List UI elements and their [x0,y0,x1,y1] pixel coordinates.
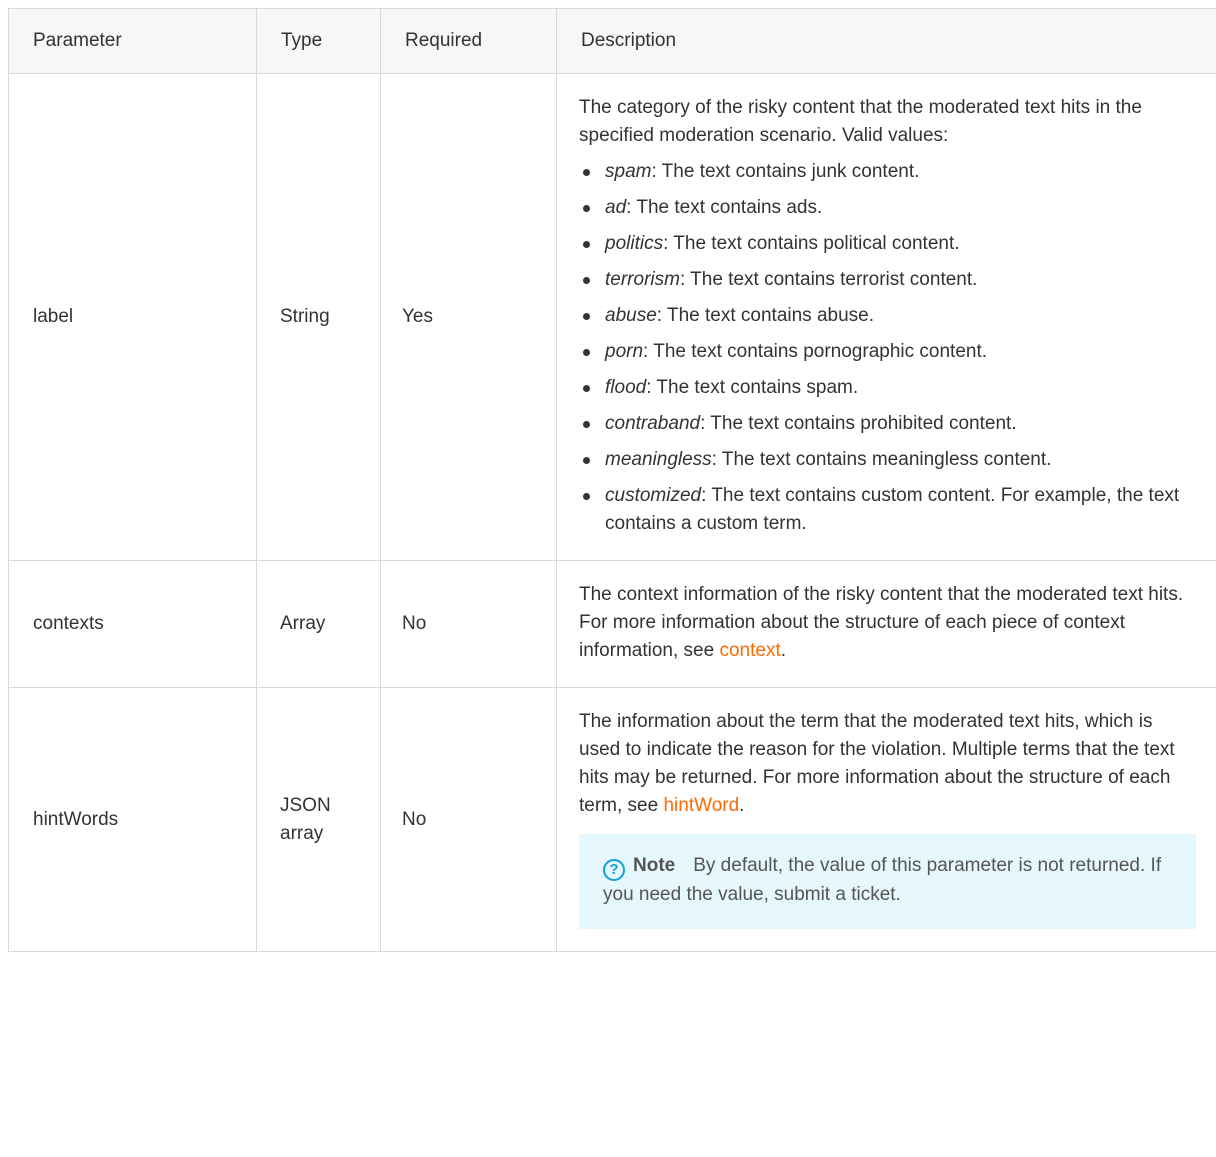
value-name: customized [605,485,702,506]
param-required: No [380,560,557,688]
list-item: customized: The text contains custom con… [579,482,1196,538]
value-text: : The text contains meaningless content. [711,449,1052,470]
table-row-label: label String Yes The category of the ris… [8,73,1216,561]
list-item: porn: The text contains pornographic con… [579,338,1196,366]
value-text: : The text contains junk content. [651,161,920,182]
param-description: The information about the term that the … [556,687,1216,952]
value-name: meaningless [605,449,712,470]
bullet-icon [583,493,590,500]
bullet-icon [583,421,590,428]
list-item: ad: The text contains ads. [579,194,1196,222]
bullet-icon [583,169,590,176]
list-item: politics: The text contains political co… [579,230,1196,258]
bullet-icon [583,277,590,284]
description-intro: The category of the risky content that t… [579,97,1142,146]
note-text: By default, the value of this parameter … [603,855,1162,905]
list-item: meaningless: The text contains meaningle… [579,446,1196,474]
param-type: String [256,73,381,561]
param-description: The category of the risky content that t… [556,73,1216,561]
param-required: No [380,687,557,952]
valid-values-list: spam: The text contains junk content. ad… [579,158,1196,538]
value-text: : The text contains terrorist content. [679,269,978,290]
value-name: flood [605,377,647,398]
list-item: contraband: The text contains prohibited… [579,410,1196,438]
value-name: contraband [605,413,701,434]
param-type: Array [256,560,381,688]
value-name: abuse [605,305,657,326]
bullet-icon [583,349,590,356]
description-end: . [780,640,787,661]
table-body: label String Yes The category of the ris… [8,73,1216,952]
list-item: spam: The text contains junk content. [579,158,1196,186]
param-required: Yes [380,73,557,561]
value-name: porn [605,341,644,362]
value-text: : The text contains pornographic content… [643,341,988,362]
hintword-link[interactable]: hintWord [663,795,739,816]
header-row: Parameter Type Required Description [8,8,1216,74]
bullet-icon [583,241,590,248]
note-title: Note [633,855,676,876]
param-description: The context information of the risky con… [556,560,1216,688]
list-item: terrorism: The text contains terrorist c… [579,266,1196,294]
value-text: : The text contains prohibited content. [700,413,1017,434]
header-description: Description [556,8,1216,74]
value-name: politics [605,233,664,254]
parameter-table: Parameter Type Required Description labe… [8,8,1216,952]
value-name: spam [605,161,652,182]
context-link[interactable]: context [719,640,780,661]
bullet-icon [583,457,590,464]
bullet-icon [583,205,590,212]
value-text: : The text contains abuse. [656,305,875,326]
question-circle-icon: ? [603,859,625,881]
header-parameter: Parameter [8,8,257,74]
document-page: Parameter Type Required Description labe… [0,0,1216,1157]
value-name: terrorism [605,269,680,290]
value-name: ad [605,197,627,218]
param-type: JSON array [256,687,381,952]
table-row-hintwords: hintWords JSON array No The information … [8,687,1216,952]
value-text: : The text contains ads. [626,197,823,218]
value-text: : The text contains political content. [663,233,960,254]
list-item: flood: The text contains spam. [579,374,1196,402]
bullet-icon [583,385,590,392]
header-type: Type [256,8,381,74]
description-end: . [739,795,745,816]
note-box: ? Note By default, the value of this param… [579,834,1196,929]
header-required: Required [380,8,557,74]
value-text: : The text contains spam. [646,377,859,398]
table-row-contexts: contexts Array No The context informatio… [8,560,1216,688]
param-name: label [8,73,257,561]
description-text: The context information of the risky con… [579,584,1184,661]
param-name: hintWords [8,687,257,952]
bullet-icon [583,313,590,320]
table-header: Parameter Type Required Description [8,8,1216,74]
param-name: contexts [8,560,257,688]
list-item: abuse: The text contains abuse. [579,302,1196,330]
